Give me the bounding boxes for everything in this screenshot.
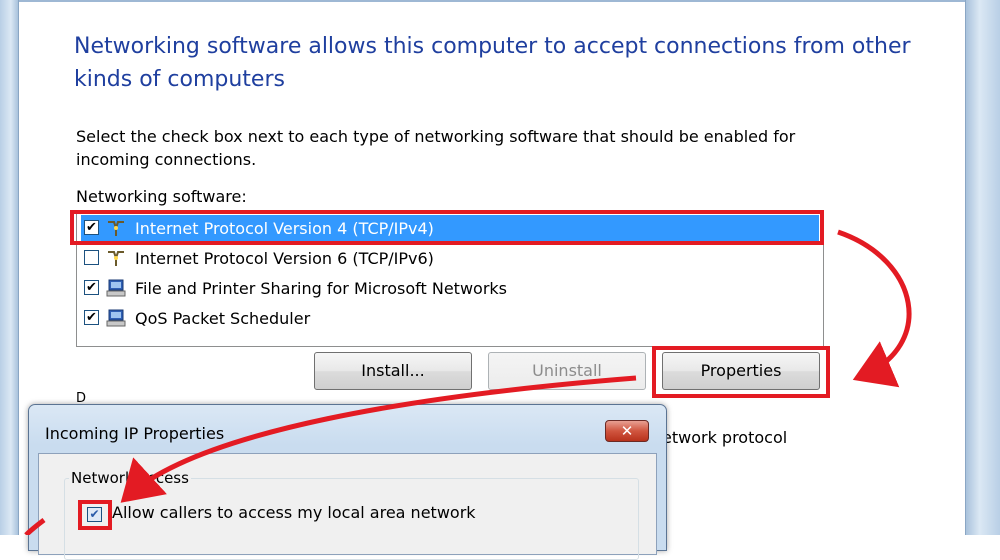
page-heading: Networking software allows this computer… (74, 34, 911, 92)
list-item-label: Internet Protocol Version 6 (TCP/IPv6) (135, 249, 434, 268)
qos-checkbox[interactable]: ✔ (84, 310, 99, 325)
arrow-to-properties (837, 229, 912, 388)
network-service-icon (106, 279, 126, 297)
networking-software-list[interactable]: ✔ Internet Protocol Version 4 (TCP/IPv4)… (76, 212, 824, 347)
window-frame-top (0, 0, 1000, 2)
dialog-body: Network access ✔ Allow callers to access… (38, 453, 657, 560)
dialog-title: Incoming IP Properties (45, 424, 225, 443)
instructions-text: Select the check box next to each type o… (76, 127, 796, 169)
uninstall-button[interactable]: Uninstall (488, 352, 646, 390)
allow-lan-access-checkbox[interactable]: ✔ (87, 507, 102, 522)
network-protocol-icon (108, 221, 124, 236)
ipv4-checkbox[interactable]: ✔ (84, 220, 99, 235)
properties-button[interactable]: Properties (662, 352, 820, 390)
partial-description-text: etwork protocol (662, 428, 788, 447)
networking-software-label: Networking software: (76, 187, 247, 206)
list-item-file-printer-sharing[interactable]: ✔ File and Printer Sharing for Microsoft… (81, 275, 819, 302)
incoming-ip-properties-dialog: Incoming IP Properties ✕ Network access … (28, 404, 667, 560)
file-printer-sharing-checkbox[interactable]: ✔ (84, 280, 99, 295)
list-item-ipv4[interactable]: ✔ Internet Protocol Version 4 (TCP/IPv4) (81, 215, 819, 242)
allow-lan-access-label: Allow callers to access my local area ne… (112, 503, 476, 522)
install-button[interactable]: Install... (314, 352, 472, 390)
network-protocol-icon (108, 251, 124, 266)
window-frame-left (0, 0, 19, 535)
ipv6-checkbox[interactable] (84, 250, 99, 265)
list-item-label: QoS Packet Scheduler (135, 309, 311, 328)
close-icon[interactable]: ✕ (605, 420, 649, 442)
list-item-label: File and Printer Sharing for Microsoft N… (135, 279, 507, 298)
network-service-icon (106, 309, 126, 327)
list-item-ipv6[interactable]: Internet Protocol Version 6 (TCP/IPv6) (81, 245, 819, 272)
list-item-label: Internet Protocol Version 4 (TCP/IPv4) (135, 219, 434, 238)
list-item-qos[interactable]: ✔ QoS Packet Scheduler (81, 305, 819, 332)
network-access-label: Network access (69, 469, 191, 487)
window-frame-right (965, 0, 1000, 535)
